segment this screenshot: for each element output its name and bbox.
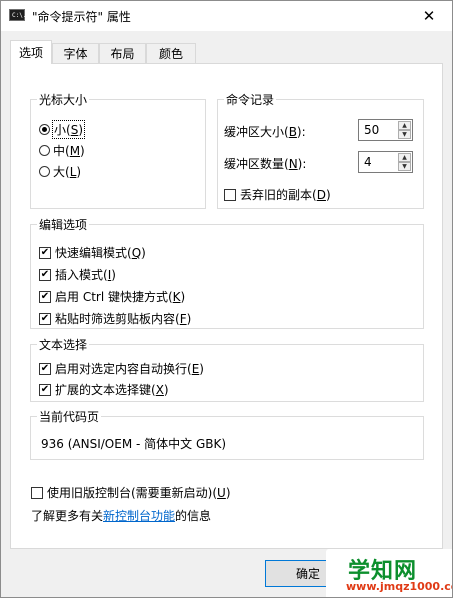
spin-buttons: ▲ ▼: [398, 153, 411, 171]
checkbox-label: 丢弃旧的副本(D): [240, 188, 331, 202]
command-history-legend: 命令记录: [224, 91, 277, 108]
spin-up-button[interactable]: ▲: [398, 153, 411, 162]
buffer-size-label: 缓冲区大小(B):: [224, 125, 306, 139]
buffer-count-spinner[interactable]: 4 ▲ ▼: [358, 151, 413, 173]
cursor-size-legend: 光标大小: [37, 91, 90, 108]
buffer-count-value[interactable]: 4: [364, 155, 372, 169]
check-icon: ✔: [40, 362, 50, 374]
checkbox-box: ✔: [39, 383, 51, 396]
insert-mode-checkbox[interactable]: ✔ 插入模式(I): [39, 266, 116, 283]
codepage-value: 936 (ANSI/OEM - 简体中文 GBK): [41, 437, 227, 451]
line-wrap-selection-checkbox[interactable]: ✔ 启用对选定内容自动换行(E): [39, 360, 204, 377]
check-icon: ✔: [40, 312, 50, 324]
checkbox-box: ✔: [39, 290, 51, 303]
arrow-up-icon: ▲: [402, 154, 407, 161]
tab-font[interactable]: 字体: [52, 43, 99, 63]
text-selection-group: 文本选择 ✔ 启用对选定内容自动换行(E) ✔ 扩展的文本选择键(X): [30, 336, 424, 402]
checkbox-box: [224, 188, 236, 201]
filter-clipboard-checkbox[interactable]: ✔ 粘贴时筛选剪贴板内容(F): [39, 310, 191, 327]
tab-layout[interactable]: 布局: [99, 43, 146, 63]
options-panel: 光标大小 小(S) 中(M) 大(L) 命令记录 缓冲区大小(B): 50 ▲: [10, 63, 443, 549]
new-console-features-link[interactable]: 新控制台功能: [103, 509, 175, 523]
legacy-console-checkbox[interactable]: 使用旧版控制台(需要重新启动)(U): [31, 484, 231, 501]
buffer-count-label: 缓冲区数量(N):: [224, 157, 307, 171]
checkbox-box: ✔: [39, 246, 51, 259]
console-app-icon: C:\.: [9, 9, 26, 21]
spin-buttons: ▲ ▼: [398, 121, 411, 139]
arrow-down-icon: ▼: [402, 131, 407, 138]
codepage-legend: 当前代码页: [37, 408, 102, 425]
radio-indicator: [39, 124, 50, 135]
properties-window: C:\. "命令提示符" 属性 ✕ 选项 字体 布局 颜色 光标大小 小(S) …: [0, 0, 453, 598]
checkbox-label: 启用 Ctrl 键快捷方式(K): [55, 290, 186, 304]
ctrl-shortcuts-checkbox[interactable]: ✔ 启用 Ctrl 键快捷方式(K): [39, 288, 185, 305]
codepage-group: 当前代码页 936 (ANSI/OEM - 简体中文 GBK): [30, 408, 424, 460]
text-selection-legend: 文本选择: [37, 336, 90, 353]
tab-options[interactable]: 选项: [10, 40, 52, 64]
check-icon: ✔: [40, 268, 50, 280]
edit-options-group: 编辑选项 ✔ 快速编辑模式(Q) ✔ 插入模式(I) ✔ 启用 Ctrl 键快捷…: [30, 216, 424, 329]
cursor-size-group: 光标大小 小(S) 中(M) 大(L): [30, 91, 206, 209]
checkbox-label: 快速编辑模式(Q): [55, 246, 146, 260]
radio-indicator: [39, 145, 50, 156]
buffer-size-value[interactable]: 50: [364, 123, 379, 137]
arrow-up-icon: ▲: [402, 122, 407, 129]
close-icon: ✕: [422, 7, 436, 25]
checkbox-box: ✔: [39, 362, 51, 375]
tab-colors[interactable]: 颜色: [146, 43, 196, 63]
extended-selection-keys-checkbox[interactable]: ✔ 扩展的文本选择键(X): [39, 381, 169, 398]
watermark-logo: 学知网 www.jmqz1000.com: [326, 549, 452, 597]
quick-edit-checkbox[interactable]: ✔ 快速编辑模式(Q): [39, 244, 146, 261]
radio-label: 小(S): [52, 120, 85, 139]
edit-options-legend: 编辑选项: [37, 216, 90, 233]
radio-cursor-small[interactable]: 小(S): [39, 120, 85, 139]
window-title: "命令提示符" 属性: [32, 10, 131, 24]
check-icon: ✔: [40, 290, 50, 302]
discard-old-duplicates-checkbox[interactable]: 丢弃旧的副本(D): [224, 186, 331, 203]
checkbox-box: ✔: [39, 312, 51, 325]
spin-down-button[interactable]: ▼: [398, 162, 411, 171]
radio-indicator: [39, 166, 50, 177]
close-button[interactable]: ✕: [406, 1, 452, 31]
checkbox-label: 粘贴时筛选剪贴板内容(F): [55, 312, 192, 326]
spin-down-button[interactable]: ▼: [398, 130, 411, 139]
title-bar[interactable]: C:\. "命令提示符" 属性 ✕: [1, 1, 452, 31]
learn-more-text: 了解更多有关新控制台功能的信息: [31, 509, 212, 523]
checkbox-label: 扩展的文本选择键(X): [55, 383, 169, 397]
watermark-url: www.jmqz1000.com: [346, 580, 452, 593]
checkbox-box: ✔: [39, 268, 51, 281]
checkbox-box: [31, 486, 43, 499]
check-icon: ✔: [40, 246, 50, 258]
checkbox-label: 使用旧版控制台(需要重新启动)(U): [47, 486, 231, 500]
command-history-group: 命令记录 缓冲区大小(B): 50 ▲ ▼ 缓冲区数量(N): 4 ▲ ▼ 丢弃…: [217, 91, 424, 209]
radio-cursor-medium[interactable]: 中(M): [39, 142, 85, 159]
buffer-size-spinner[interactable]: 50 ▲ ▼: [358, 119, 413, 141]
radio-cursor-large[interactable]: 大(L): [39, 163, 81, 180]
check-icon: ✔: [40, 383, 50, 395]
checkbox-label: 插入模式(I): [55, 268, 116, 282]
checkbox-label: 启用对选定内容自动换行(E): [55, 362, 204, 376]
radio-label: 中(M): [53, 144, 85, 158]
arrow-down-icon: ▼: [402, 163, 407, 170]
radio-label: 大(L): [53, 165, 82, 179]
spin-up-button[interactable]: ▲: [398, 121, 411, 130]
